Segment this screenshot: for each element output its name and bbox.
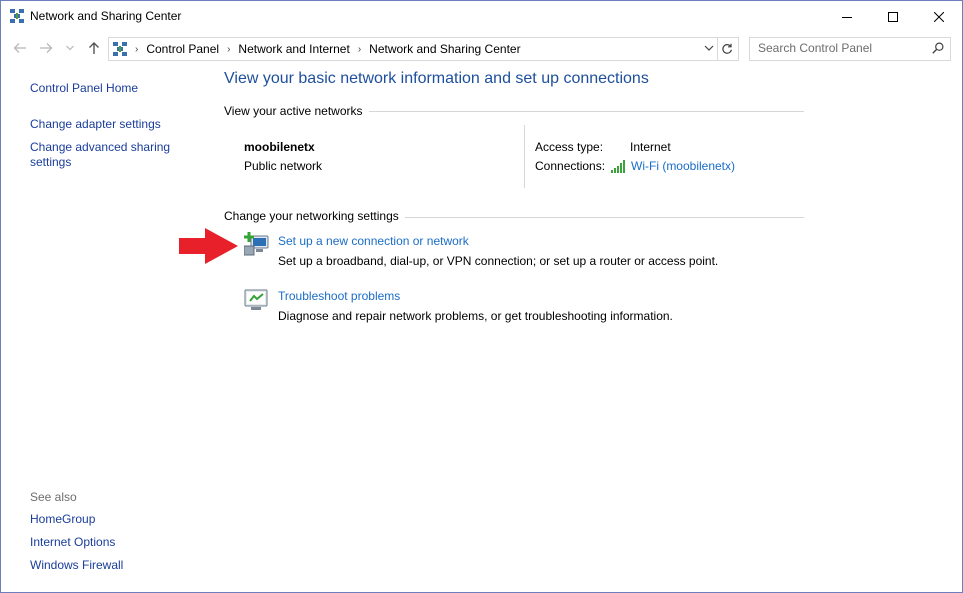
maximize-button[interactable] xyxy=(870,1,916,32)
window: Network and Sharing Center › Control Pan… xyxy=(0,0,963,593)
active-networks-heading: View your active networks xyxy=(224,104,369,118)
title-bar: Network and Sharing Center xyxy=(1,1,962,32)
back-arrow-icon xyxy=(13,43,26,53)
see-also-heading: See also xyxy=(30,490,77,504)
window-title: Network and Sharing Center xyxy=(30,9,182,23)
change-adapter-settings-link[interactable]: Change adapter settings xyxy=(30,117,161,132)
breadcrumb-separator[interactable]: › xyxy=(127,44,140,55)
internet-options-link[interactable]: Internet Options xyxy=(30,535,115,550)
wifi-connection-name[interactable]: Wi-Fi (moobilenetx) xyxy=(631,159,735,173)
troubleshoot-problems-description: Diagnose and repair network problems, or… xyxy=(278,309,673,323)
search-input[interactable] xyxy=(750,38,928,58)
wifi-signal-icon xyxy=(611,159,625,173)
change-settings-heading: Change your networking settings xyxy=(224,209,405,223)
change-advanced-sharing-settings-link[interactable]: Change advanced sharing xyxy=(30,140,170,155)
breadcrumb-network-and-sharing-center[interactable]: Network and Sharing Center xyxy=(363,42,526,56)
vertical-divider xyxy=(524,125,525,188)
maximize-icon xyxy=(888,11,898,22)
windows-firewall-link[interactable]: Windows Firewall xyxy=(30,558,123,573)
minimize-icon xyxy=(842,16,852,18)
page-title: View your basic network information and … xyxy=(224,70,649,87)
change-advanced-sharing-settings-link-line2[interactable]: settings xyxy=(30,155,71,170)
connections-label: Connections: xyxy=(535,159,606,173)
network-name: moobilenetx xyxy=(244,140,315,154)
refresh-button[interactable] xyxy=(716,37,739,61)
access-type-label: Access type: xyxy=(535,140,604,154)
up-arrow-icon xyxy=(89,42,99,54)
setup-new-connection-link[interactable]: Set up a new connection or network xyxy=(278,234,469,248)
control-panel-icon xyxy=(113,42,127,56)
recent-locations-button[interactable] xyxy=(64,39,76,57)
wifi-connection-link[interactable]: Wi-Fi (moobilenetx) xyxy=(611,159,735,173)
new-connection-icon[interactable] xyxy=(244,232,270,256)
network-category: Public network xyxy=(244,159,323,173)
red-arrow-annotation-icon xyxy=(179,228,238,264)
control-panel-home-link[interactable]: Control Panel Home xyxy=(30,81,138,96)
breadcrumb-separator[interactable]: › xyxy=(225,44,232,55)
close-icon xyxy=(934,11,944,22)
back-button[interactable] xyxy=(11,39,29,57)
homegroup-link[interactable]: HomeGroup xyxy=(30,512,95,527)
refresh-icon xyxy=(722,43,732,54)
navigation-bar: › Control Panel › Network and Internet ›… xyxy=(1,35,962,61)
forward-button[interactable] xyxy=(37,39,55,57)
search-box[interactable] xyxy=(749,37,951,61)
breadcrumb-control-panel[interactable]: Control Panel xyxy=(140,42,225,56)
forward-arrow-icon xyxy=(40,43,53,53)
access-type-value: Internet xyxy=(630,140,671,154)
troubleshoot-problems-link[interactable]: Troubleshoot problems xyxy=(278,289,400,303)
search-icon[interactable] xyxy=(932,42,944,54)
network-center-icon xyxy=(10,9,24,23)
address-dropdown-icon[interactable] xyxy=(703,42,715,54)
breadcrumb-separator[interactable]: › xyxy=(356,44,363,55)
minimize-button[interactable] xyxy=(824,1,870,32)
address-bar[interactable]: › Control Panel › Network and Internet ›… xyxy=(108,37,718,61)
chevron-down-icon xyxy=(66,45,74,51)
up-button[interactable] xyxy=(85,39,103,57)
troubleshoot-icon[interactable] xyxy=(244,288,270,312)
close-button[interactable] xyxy=(916,1,962,32)
breadcrumb-network-and-internet[interactable]: Network and Internet xyxy=(232,42,355,56)
setup-new-connection-description: Set up a broadband, dial-up, or VPN conn… xyxy=(278,254,719,268)
